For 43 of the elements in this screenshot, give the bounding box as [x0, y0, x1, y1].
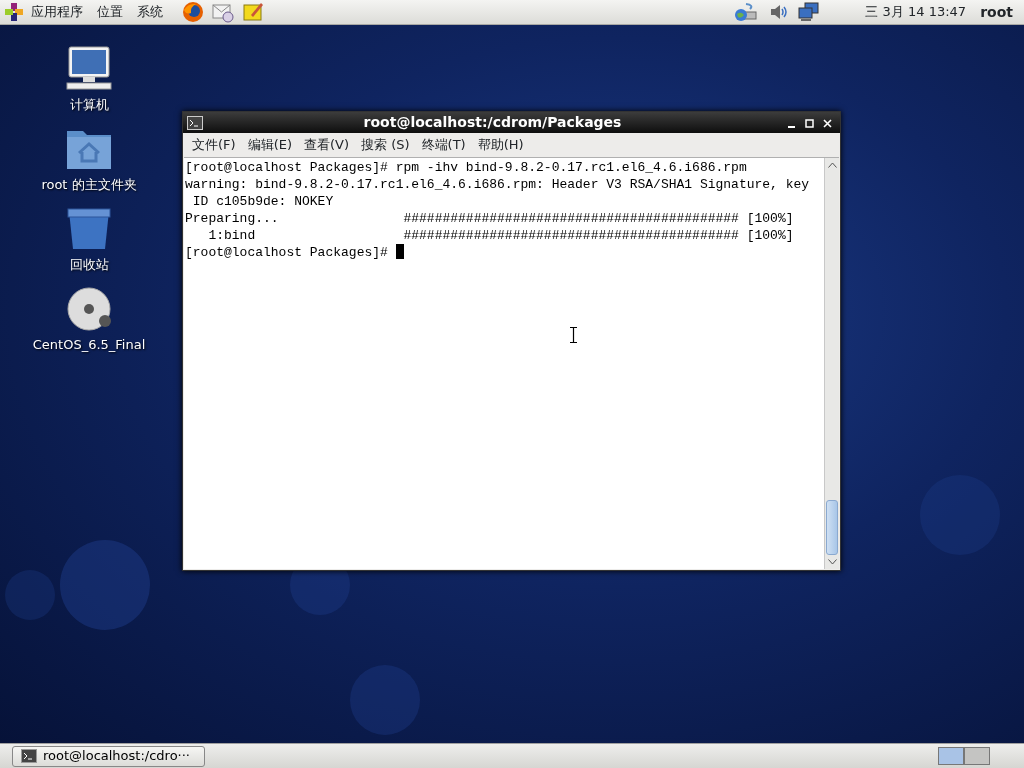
menu-item[interactable]: 编辑(E) [241, 135, 298, 155]
text-cursor [395, 244, 404, 259]
scroll-thumb[interactable] [826, 500, 838, 555]
user-name[interactable]: root [973, 1, 1020, 23]
network-icon[interactable] [734, 2, 759, 22]
globe-browser-icon[interactable] [182, 1, 204, 23]
menu-item[interactable]: 查看(V) [298, 135, 356, 155]
window-title: root@localhost:/cdrom/Packages [362, 113, 623, 132]
maximize-icon[interactable] [804, 118, 814, 128]
text-cursor-icon [570, 327, 577, 343]
scroll-down-icon[interactable] [827, 559, 837, 565]
menu-item[interactable]: 帮助(H) [471, 135, 530, 155]
terminal-line: Preparing... ########################################### [100%] [185, 210, 794, 227]
menu-item[interactable]: 文件(F) [186, 135, 242, 155]
terminal-icon [21, 749, 37, 763]
icon-label: root 的主文件夹 [41, 176, 137, 194]
light-spot [5, 570, 55, 620]
icon-label: 计算机 [69, 96, 109, 114]
menu-item[interactable]: 搜索 (S) [355, 135, 416, 155]
terminal-line: [root@localhost Packages]# [185, 244, 389, 261]
scroll-up-icon[interactable] [827, 162, 837, 168]
volume-icon[interactable] [768, 2, 789, 22]
terminal-line: ID c105b9de: NOKEY [191, 193, 334, 210]
notepad-pencil-icon[interactable] [242, 1, 264, 23]
icon-label: 回收站 [69, 256, 109, 274]
terminal-line: [root@localhost Packages]# rpm -ihv bind-9.8.2-0.17.rc1.el6_4.6.i686.rpm [185, 159, 747, 176]
menu-item[interactable]: 终端(T) [415, 135, 472, 155]
close-icon[interactable] [822, 118, 832, 128]
menu-item[interactable]: 应用程序 [24, 2, 90, 22]
icon-label: CentOS_6.5_Final [32, 336, 146, 354]
light-spot [350, 665, 420, 735]
menu-item[interactable]: 位置 [90, 2, 130, 22]
terminal-icon [187, 115, 203, 130]
terminal-line: warning: bind-9.8.2-0.17.rc1.el6_4.6.i686.rpm: Header V3 RSA/SHA1 Signature, key [185, 176, 810, 193]
computers-icon[interactable] [798, 2, 821, 22]
distro-logo-icon[interactable] [4, 2, 24, 22]
clock[interactable]: 三 3月 14 13:47 [858, 2, 974, 22]
workspace[interactable] [964, 747, 990, 765]
scrollbar[interactable] [824, 158, 839, 569]
menu-item[interactable]: 系统 [130, 2, 170, 22]
taskbar-button[interactable]: root@localhost:/cdro··· [12, 745, 205, 767]
terminal-line: 1:bind ########################################### [100%] [207, 227, 794, 244]
envelope-clock-icon[interactable] [212, 1, 234, 23]
